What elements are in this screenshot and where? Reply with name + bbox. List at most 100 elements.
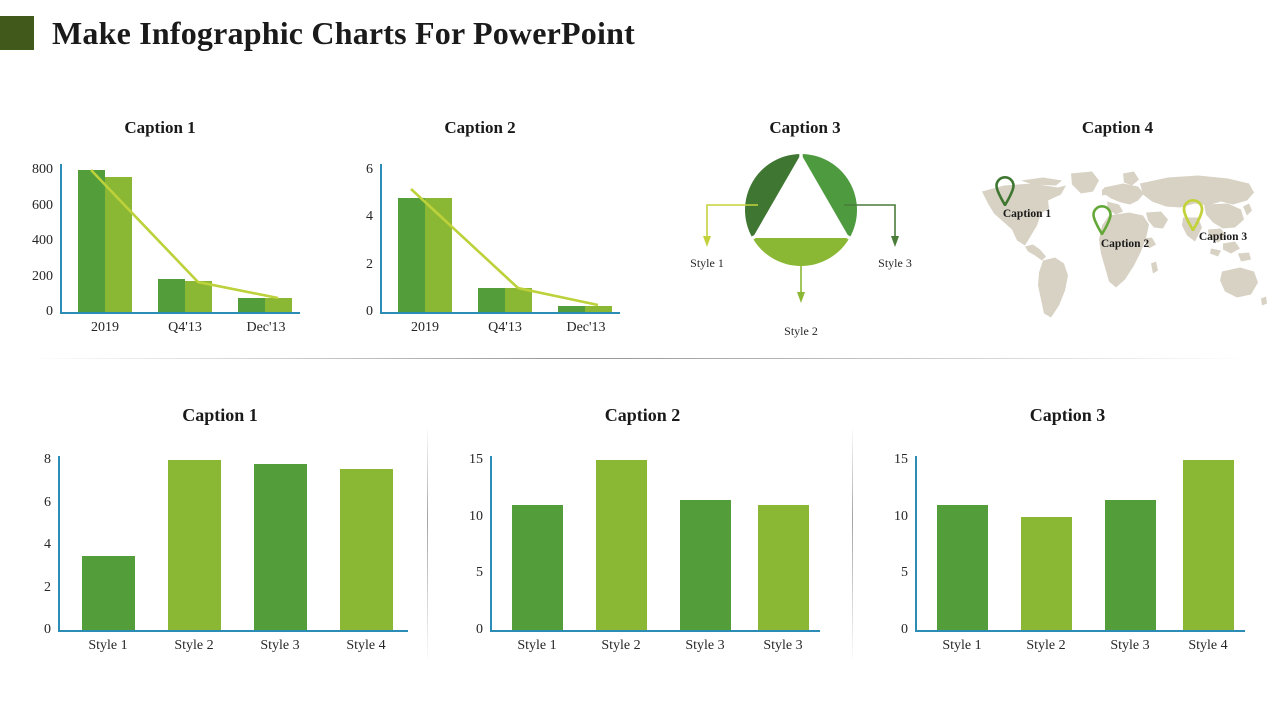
column-divider-2 bbox=[852, 425, 853, 660]
x-tick-label: Style 3 bbox=[1110, 638, 1150, 653]
y-tick-label: 0 bbox=[366, 304, 373, 319]
panel-top-chart-1: Caption 1 0 200 400 600 800 2019 Q4'13 D… bbox=[10, 118, 310, 348]
caption-top-chart-2: Caption 2 bbox=[444, 118, 516, 137]
y-tick-label: 15 bbox=[894, 452, 908, 467]
x-tick-label: Style 1 bbox=[88, 638, 128, 653]
x-tick-label: Dec'13 bbox=[246, 320, 286, 335]
y-tick-label: 8 bbox=[44, 452, 51, 467]
page-title: Make Infographic Charts For PowerPoint bbox=[52, 14, 635, 51]
y-tick-label: 200 bbox=[32, 268, 53, 284]
y-tick-label: 5 bbox=[476, 565, 483, 581]
y-axis bbox=[490, 456, 492, 630]
y-tick-label: 5 bbox=[901, 565, 908, 581]
x-tick-label: 2019 bbox=[411, 320, 439, 335]
pie-callout-label-style-3: Style 3 bbox=[878, 256, 912, 270]
plot-top-chart-1: 0 200 400 600 800 2019 Q4'13 Dec'13 bbox=[32, 162, 300, 335]
bar[interactable] bbox=[168, 460, 221, 630]
bar[interactable] bbox=[1105, 499, 1156, 630]
map-pin-caption-1[interactable] bbox=[995, 176, 1015, 206]
y-tick-label: 6 bbox=[366, 162, 373, 177]
panel-top-chart-3: Caption 3 Style 1 Style 2 Style 3 bbox=[655, 118, 955, 348]
world-map: Caption 1 Caption 2 Caption 3 bbox=[973, 158, 1268, 338]
bar[interactable] bbox=[254, 464, 307, 630]
x-tick-label: Style 4 bbox=[346, 638, 386, 653]
y-tick-label: 400 bbox=[32, 233, 53, 248]
title-bar: Make Infographic Charts For PowerPoint bbox=[0, 8, 1280, 58]
bar[interactable] bbox=[937, 505, 988, 630]
map-label-caption-2: Caption 2 bbox=[1100, 238, 1150, 250]
panel-top-chart-2: Caption 2 0 2 4 6 2019 Q4'13 Dec'13 bbox=[330, 118, 630, 348]
y-tick-label: 10 bbox=[894, 508, 908, 524]
y-axis bbox=[58, 456, 60, 630]
pie-slice-style-2[interactable] bbox=[752, 238, 850, 267]
caption-bottom-chart-2: Caption 2 bbox=[604, 405, 681, 425]
map-pin-caption-3[interactable] bbox=[1182, 199, 1204, 231]
x-tick-label: Style 3 bbox=[685, 638, 725, 653]
y-tick-label: 0 bbox=[44, 622, 51, 637]
y-axis bbox=[915, 456, 917, 630]
x-axis bbox=[380, 312, 620, 314]
x-tick-label: Dec'13 bbox=[566, 320, 606, 335]
caption-bottom-chart-1: Caption 1 bbox=[182, 405, 258, 425]
callout-line-style-2 bbox=[797, 266, 805, 303]
x-axis bbox=[60, 312, 300, 314]
section-divider bbox=[30, 358, 1250, 359]
y-tick-label: 15 bbox=[469, 452, 483, 467]
x-tick-label: Style 2 bbox=[174, 638, 214, 653]
y-tick-label: 800 bbox=[32, 162, 53, 177]
x-tick-label: Q4'13 bbox=[168, 320, 202, 335]
y-tick-label: 4 bbox=[366, 209, 373, 225]
map-label-caption-1: Caption 1 bbox=[1002, 208, 1052, 220]
panel-bottom-chart-2: Caption 2 0 5 10 15 Style 1 Style 2 Styl… bbox=[440, 405, 845, 675]
slide-canvas: Make Infographic Charts For PowerPoint C… bbox=[0, 0, 1280, 720]
map-pin-caption-2[interactable] bbox=[1092, 205, 1112, 235]
bar[interactable] bbox=[758, 505, 809, 630]
pie-chart: Style 1 Style 2 Style 3 bbox=[655, 152, 955, 342]
y-tick-label: 0 bbox=[46, 304, 53, 319]
pie-svg bbox=[703, 153, 899, 303]
y-tick-label: 600 bbox=[32, 197, 53, 213]
y-tick-label: 4 bbox=[44, 537, 51, 552]
x-axis bbox=[58, 630, 408, 632]
bar[interactable] bbox=[596, 460, 647, 630]
title-square-marker bbox=[0, 16, 34, 50]
x-tick-label: Style 3 bbox=[260, 638, 300, 653]
x-tick-label: Style 4 bbox=[1188, 638, 1228, 653]
x-tick-label: Style 2 bbox=[1026, 638, 1066, 653]
x-tick-label: 2019 bbox=[91, 320, 119, 335]
trend-line bbox=[410, 188, 599, 307]
y-tick-label: 2 bbox=[366, 256, 373, 272]
plot-top-chart-2: 0 2 4 6 2019 Q4'13 Dec'13 bbox=[366, 162, 620, 335]
panel-bottom-chart-3: Caption 3 0 5 10 15 Style 1 Style 2 Styl… bbox=[865, 405, 1270, 675]
caption-top-chart-4: Caption 4 bbox=[1081, 118, 1154, 137]
x-tick-label: Style 1 bbox=[517, 638, 557, 653]
bar[interactable] bbox=[340, 468, 393, 630]
caption-top-chart-3: Caption 3 bbox=[769, 118, 841, 137]
bar[interactable] bbox=[82, 555, 135, 630]
x-axis bbox=[490, 630, 820, 632]
bar[interactable] bbox=[1021, 516, 1072, 630]
y-tick-label: 2 bbox=[44, 579, 51, 595]
x-axis bbox=[915, 630, 1245, 632]
panel-top-chart-4: Caption 4 Caption 1 Caption 2 Caption 3 bbox=[965, 118, 1270, 348]
trend-line bbox=[90, 169, 279, 300]
x-tick-label: Style 3 bbox=[763, 638, 803, 653]
plot-bottom-chart-1: 0 2 4 6 8 Style 1 Style 2 Style 3 Style … bbox=[44, 452, 408, 653]
plot-bottom-chart-3: 0 5 10 15 Style 1 Style 2 Style 3 Style … bbox=[894, 452, 1245, 653]
bar[interactable] bbox=[1183, 460, 1234, 630]
y-tick-label: 0 bbox=[901, 622, 908, 637]
panel-bottom-chart-1: Caption 1 0 2 4 6 8 Style 1 Style 2 Styl… bbox=[10, 405, 430, 675]
bar[interactable] bbox=[512, 505, 563, 630]
caption-top-chart-1: Caption 1 bbox=[124, 118, 196, 137]
plot-bottom-chart-2: 0 5 10 15 Style 1 Style 2 Style 3 Style … bbox=[469, 452, 820, 653]
y-tick-label: 0 bbox=[476, 622, 483, 637]
x-tick-label: Style 1 bbox=[942, 638, 982, 653]
y-tick-label: 10 bbox=[469, 508, 483, 524]
x-tick-label: Style 2 bbox=[601, 638, 641, 653]
pie-callout-label-style-1: Style 1 bbox=[690, 256, 724, 270]
map-label-caption-3: Caption 3 bbox=[1198, 231, 1248, 243]
pie-callout-label-style-2: Style 2 bbox=[784, 324, 818, 338]
caption-bottom-chart-3: Caption 3 bbox=[1029, 405, 1106, 425]
y-tick-label: 6 bbox=[44, 494, 51, 510]
bar[interactable] bbox=[680, 499, 731, 630]
